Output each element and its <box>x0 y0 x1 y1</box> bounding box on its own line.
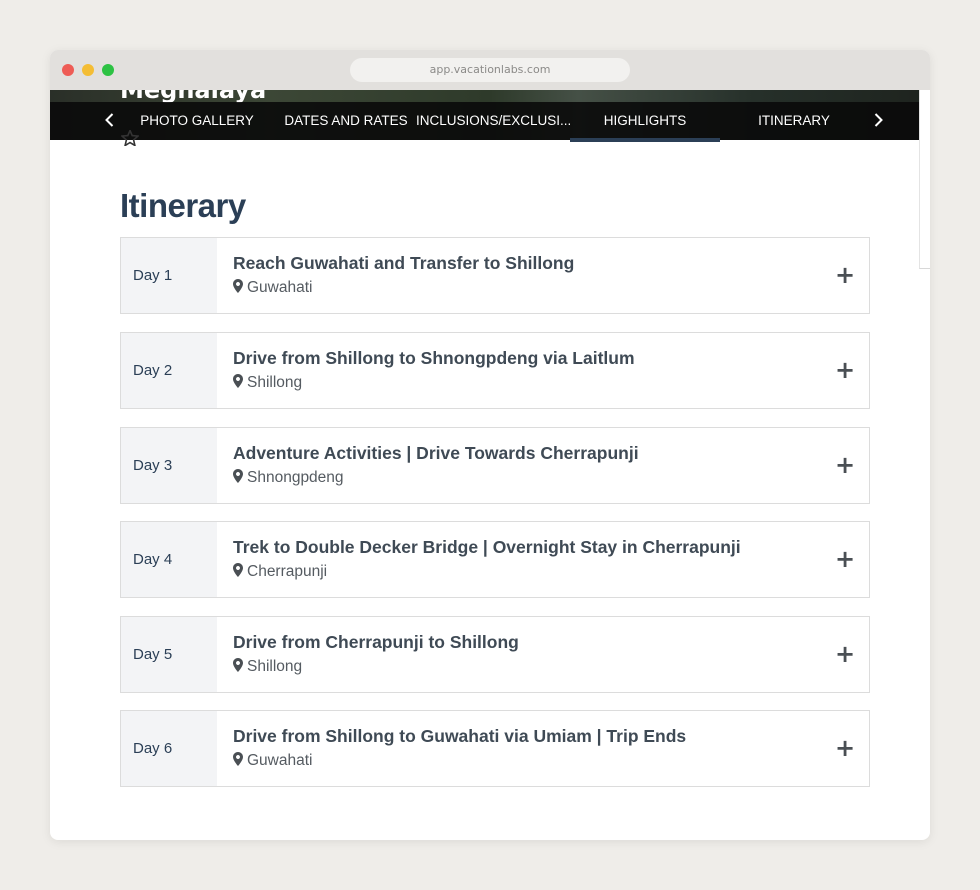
day-number: Day 6 <box>121 711 217 786</box>
day-title: Drive from Shillong to Shnongpdeng via L… <box>233 348 635 368</box>
expand-icon[interactable]: + <box>835 736 855 760</box>
day-location: Shillong <box>233 374 302 392</box>
map-pin-icon <box>233 469 243 483</box>
close-window-button[interactable] <box>62 64 74 76</box>
itinerary-day-6[interactable]: Day 6 Drive from Shillong to Guwahati vi… <box>120 710 870 787</box>
active-tab-indicator <box>570 138 720 142</box>
browser-window: app.vacationlabs.com Meghalaya PHOTO GAL… <box>50 50 930 840</box>
day-title: Reach Guwahati and Transfer to Shillong <box>233 253 575 273</box>
day-location: Guwahati <box>233 752 312 770</box>
itinerary-day-4[interactable]: Day 4 Trek to Double Decker Bridge | Ove… <box>120 521 870 598</box>
itinerary-day-5[interactable]: Day 5 Drive from Cherrapunji to Shillong… <box>120 616 870 693</box>
expand-icon[interactable]: + <box>835 642 855 666</box>
day-location: Shillong <box>233 658 302 676</box>
day-location-text: Shillong <box>247 658 303 675</box>
address-bar[interactable]: app.vacationlabs.com <box>350 58 630 82</box>
tab-dates-and-rates[interactable]: DATES AND RATES <box>280 102 412 140</box>
minimize-window-button[interactable] <box>82 64 94 76</box>
chevron-right-icon[interactable] <box>868 110 888 130</box>
expand-icon[interactable]: + <box>835 547 855 571</box>
expand-icon[interactable]: + <box>835 263 855 287</box>
day-location-text: Guwahati <box>247 279 313 296</box>
side-panel-edge <box>919 90 930 269</box>
tab-photo-gallery[interactable]: PHOTO GALLERY <box>132 102 262 140</box>
itinerary-heading: Itinerary <box>120 187 246 224</box>
day-location-text: Cherrapunji <box>247 563 328 580</box>
map-pin-icon <box>233 752 243 766</box>
section-nav: PHOTO GALLERY DATES AND RATES INCLUSIONS… <box>50 102 930 140</box>
day-number: Day 5 <box>121 617 217 692</box>
day-location-text: Shillong <box>247 374 303 391</box>
tab-itinerary[interactable]: ITINERARY <box>720 102 868 140</box>
itinerary-day-3[interactable]: Day 3 Adventure Activities | Drive Towar… <box>120 427 870 504</box>
chevron-left-icon[interactable] <box>100 110 120 130</box>
expand-icon[interactable]: + <box>835 358 855 382</box>
map-pin-icon <box>233 279 243 293</box>
day-location: Shnongpdeng <box>233 469 344 487</box>
day-location: Cherrapunji <box>233 563 327 581</box>
day-location-text: Guwahati <box>247 752 313 769</box>
day-number: Day 4 <box>121 522 217 597</box>
day-location: Guwahati <box>233 279 312 297</box>
itinerary-day-1[interactable]: Day 1 Reach Guwahati and Transfer to Shi… <box>120 237 870 314</box>
expand-icon[interactable]: + <box>835 453 855 477</box>
title-bar: app.vacationlabs.com <box>50 50 930 90</box>
map-pin-icon <box>233 563 243 577</box>
day-title: Drive from Cherrapunji to Shillong <box>233 632 519 652</box>
day-number: Day 2 <box>121 333 217 408</box>
tab-highlights[interactable]: HIGHLIGHTS <box>570 102 720 140</box>
day-number: Day 3 <box>121 428 217 503</box>
day-number: Day 1 <box>121 238 217 313</box>
day-location-text: Shnongpdeng <box>247 469 344 486</box>
day-title: Adventure Activities | Drive Towards Che… <box>233 443 639 463</box>
day-title: Drive from Shillong to Guwahati via Umia… <box>233 726 687 746</box>
itinerary-day-2[interactable]: Day 2 Drive from Shillong to Shnongpdeng… <box>120 332 870 409</box>
star-icon <box>120 128 140 150</box>
day-title: Trek to Double Decker Bridge | Overnight… <box>233 537 741 557</box>
map-pin-icon <box>233 658 243 672</box>
tab-inclusions-exclusions[interactable]: INCLUSIONS/EXCLUSI... <box>416 102 571 140</box>
maximize-window-button[interactable] <box>102 64 114 76</box>
map-pin-icon <box>233 374 243 388</box>
